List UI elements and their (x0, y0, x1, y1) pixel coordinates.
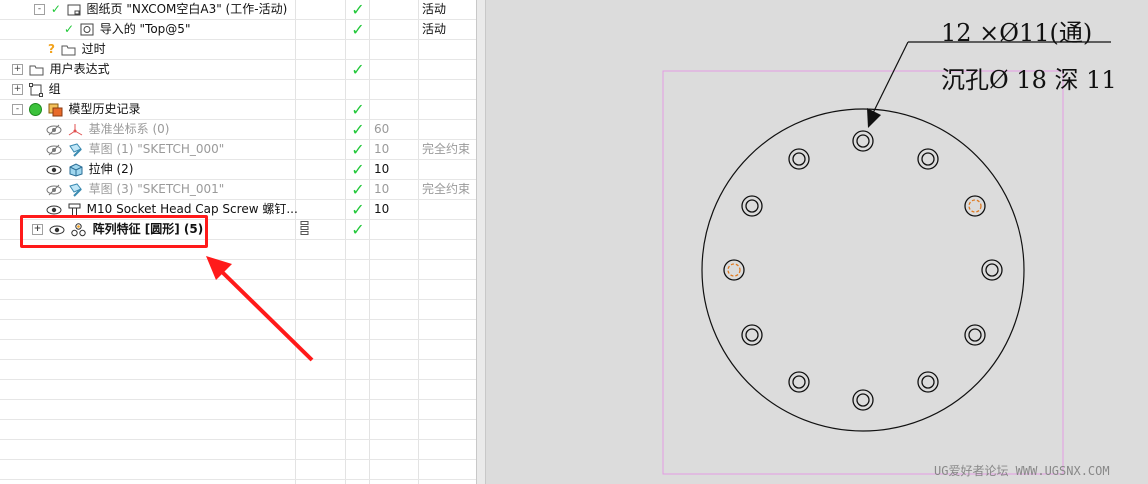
sketch-icon (69, 142, 82, 157)
hole (917, 371, 939, 393)
folder-icon (61, 45, 76, 55)
hole (852, 130, 874, 152)
folder-icon (29, 65, 44, 75)
tree-row-drawing-sheet[interactable]: - ✓ 图纸页 "NXCOM空白A3" (工作-活动) ✓ 活动 (0, 0, 476, 20)
empty-row (0, 400, 476, 420)
status-check: ✓ (351, 180, 365, 199)
datum-csys-icon (68, 123, 83, 135)
status-check: ✓ (351, 60, 365, 79)
status-check: ✓ (351, 100, 365, 119)
hole (788, 371, 810, 393)
status-check: ✓ (351, 220, 365, 239)
tree-row-imported-view[interactable]: ✓ 导入的 "Top@5" ✓ 活动 (0, 20, 476, 40)
empty-row (0, 420, 476, 440)
drawing-sheet-icon (67, 4, 81, 15)
expand-toggle[interactable]: + (12, 84, 23, 95)
layer-number: 10 (374, 142, 390, 156)
status-check: ✓ (351, 0, 365, 19)
hole-callout-text: 12 ×Ø11(通) (941, 19, 1093, 47)
status-check: ✓ (351, 160, 365, 179)
status-text: 活动 (422, 22, 447, 36)
flange-outline (701, 108, 1025, 432)
layer-number: 10 (374, 202, 390, 216)
sketch-icon (69, 182, 82, 197)
callout-arrow (206, 256, 314, 362)
status-check: ✓ (351, 200, 365, 219)
counterbore-callout-text: 沉孔Ø 18 深 11 (941, 66, 1117, 94)
layer-number: 10 (374, 182, 390, 196)
tree-row-extrude[interactable]: 拉伸 (2) ✓ 10 (0, 160, 476, 180)
hole (741, 324, 763, 346)
tree-row-outdated[interactable]: ? 过时 (0, 40, 476, 60)
tree-label: 用户表达式 (49, 62, 110, 76)
tree-row-datum-csys[interactable]: 基准坐标系 (0) ✓ 60 (0, 120, 476, 140)
tree-label: 基准坐标系 (0) (88, 122, 170, 136)
status-check: ✓ (351, 140, 365, 159)
hole (852, 389, 874, 411)
hole (741, 195, 763, 217)
status-check: ✓ (351, 120, 365, 139)
tree-row-model-history[interactable]: - 模型历史记录 ✓ (0, 100, 476, 120)
tree-label: M10 Socket Head Cap Screw 螺钉... (86, 202, 298, 216)
question-mark-icon: ? (48, 42, 55, 56)
tree-row-groups[interactable]: + 组 (0, 80, 476, 100)
layer-number: 60 (374, 122, 390, 136)
hole (788, 148, 810, 170)
checkmark-icon: ✓ (64, 22, 75, 36)
hole-pattern (723, 130, 1003, 411)
tree-label: 图纸页 "NXCOM空白A3" (工作-活动) (86, 2, 288, 16)
visible-eye-icon[interactable] (46, 164, 62, 176)
highlight-box (20, 215, 208, 248)
group-icon (28, 82, 43, 97)
layer-number: 10 (374, 162, 390, 176)
collapse-toggle[interactable]: - (34, 4, 45, 15)
hole-highlighted (723, 259, 745, 281)
tree-label: 过时 (81, 42, 106, 56)
status-text: 完全约束 (422, 182, 471, 196)
empty-row (0, 380, 476, 400)
tree-row-sketch-3[interactable]: 草图 (3) "SKETCH_001" ✓ 10 完全约束 (0, 180, 476, 200)
hole (964, 324, 986, 346)
extrude-icon (69, 162, 83, 177)
part-navigator: - ✓ 图纸页 "NXCOM空白A3" (工作-活动) ✓ 活动 ✓ 导入的 "… (0, 0, 476, 484)
model-history-icon (48, 103, 63, 116)
expand-toggle[interactable]: + (12, 64, 23, 75)
hidden-eye-icon[interactable] (46, 184, 62, 196)
tree-label: 导入的 "Top@5" (99, 22, 191, 36)
status-text: 完全约束 (422, 142, 471, 156)
hole (981, 259, 1003, 281)
empty-row (0, 460, 476, 480)
visible-eye-icon[interactable] (46, 204, 62, 216)
hole-highlighted (964, 195, 986, 217)
status-check: ✓ (351, 20, 365, 39)
pane-splitter[interactable] (476, 0, 486, 484)
relationship-icon[interactable] (300, 221, 310, 235)
empty-row (0, 440, 476, 460)
view-icon (80, 23, 94, 36)
status-text: 活动 (422, 2, 447, 16)
tree-label: 草图 (1) "SKETCH_000" (88, 142, 225, 156)
tree-row-user-expressions[interactable]: + 用户表达式 ✓ (0, 60, 476, 80)
tree-label: 草图 (3) "SKETCH_001" (88, 182, 225, 196)
drawing-canvas[interactable]: 12 ×Ø11(通) 沉孔Ø 18 深 11 UG爱好者论坛 WWW.UGSNX… (486, 0, 1148, 484)
hidden-eye-icon[interactable] (46, 124, 62, 136)
tree-label: 组 (48, 82, 61, 96)
watermark: UG爱好者论坛 WWW.UGSNX.COM (934, 464, 1110, 478)
tree-label: 模型历史记录 (68, 102, 141, 116)
tree-label: 拉伸 (2) (88, 162, 134, 176)
active-status-icon (28, 103, 42, 116)
collapse-toggle[interactable]: - (12, 104, 23, 115)
hidden-eye-icon[interactable] (46, 144, 62, 156)
checkmark-icon: ✓ (50, 2, 61, 16)
hole (917, 148, 939, 170)
tree-row-sketch-1[interactable]: 草图 (1) "SKETCH_000" ✓ 10 完全约束 (0, 140, 476, 160)
